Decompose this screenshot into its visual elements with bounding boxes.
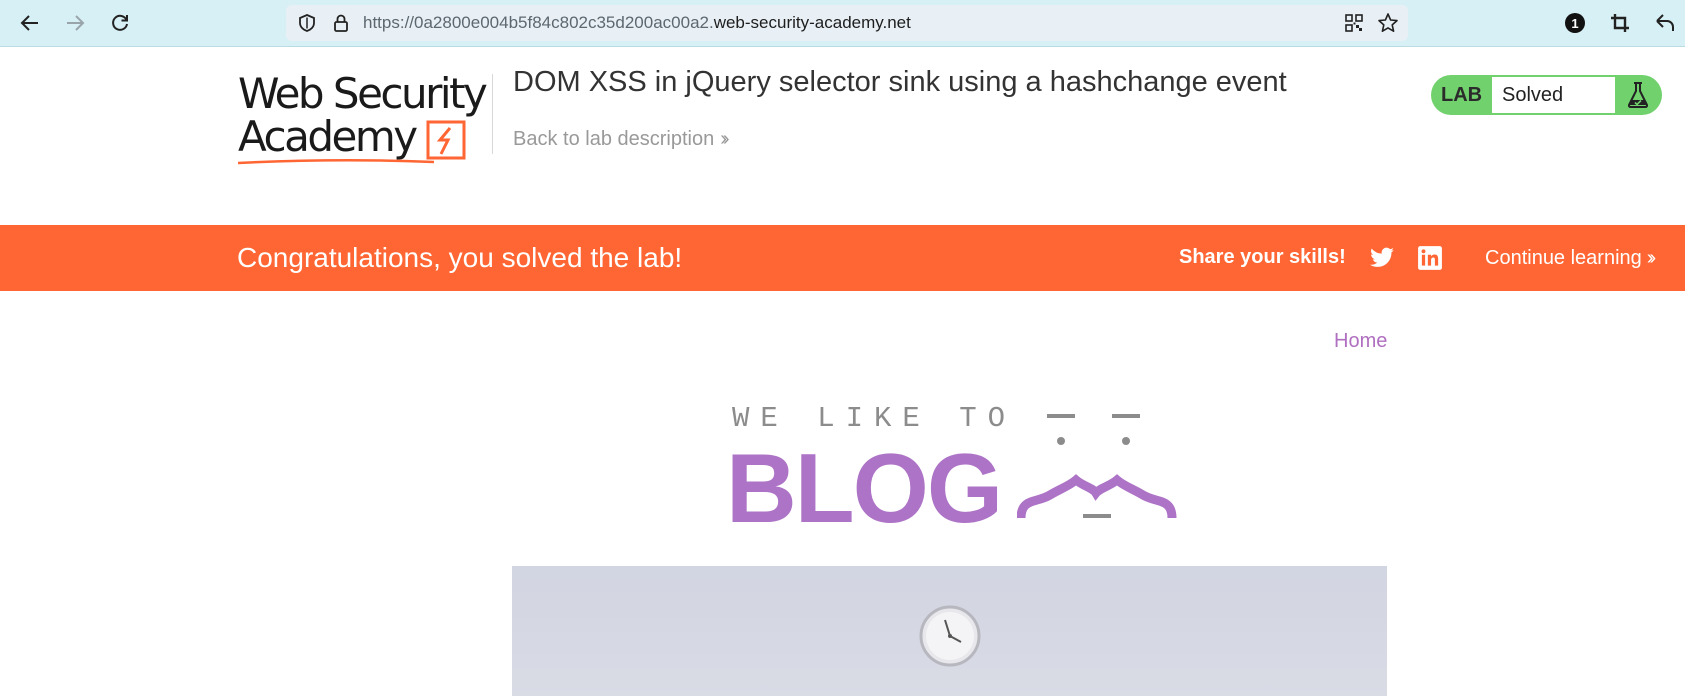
url-text[interactable]: https://0a2800e004b5f84c802c35d200ac00a2… [363,5,911,41]
reload-icon [112,14,128,31]
lab-badge-label: LAB [1441,84,1483,106]
continue-learning-label: Continue learning [1485,247,1642,269]
header-divider [492,74,493,154]
logo-bolt-icon [426,120,466,160]
forward-button[interactable] [60,8,90,38]
extension-notification-button[interactable]: 1 [1560,8,1590,38]
tracking-protection-shield-icon[interactable] [296,12,318,34]
url-prefix: https://0a2800e004b5f84c802c35d200ac00a2… [363,13,714,32]
blog-hero-image [512,566,1387,696]
back-link-label: Back to lab description [513,128,715,150]
bookmark-star-icon[interactable] [1377,12,1399,34]
wall-clock-icon [919,605,981,667]
crop-icon [1611,14,1629,32]
continue-learning-link[interactable]: Continue learning ›› [1485,225,1657,291]
logo-line-1: Web Security [238,69,488,118]
double-chevron-right-icon: ›› [1646,247,1657,269]
web-security-academy-logo[interactable]: Web Security Academy [238,70,488,166]
crop-tool-button[interactable] [1605,8,1635,38]
url-domain: web-security-academy.net [713,13,911,32]
qr-code-icon[interactable] [1343,12,1365,34]
lab-status-badge: LAB Solved [1431,75,1662,115]
share-skills-label: Share your skills! [1179,246,1346,268]
twitter-icon[interactable] [1369,245,1395,271]
browser-toolbar: https://0a2800e004b5f84c802c35d200ac00a2… [0,0,1685,47]
lab-badge-status: Solved [1492,77,1615,113]
undo-button[interactable] [1650,8,1680,38]
home-nav-link[interactable]: Home [1334,329,1387,353]
back-to-lab-description-link[interactable]: Back to lab description ›› [513,126,730,152]
reload-button[interactable] [105,8,135,38]
back-button[interactable] [15,8,45,38]
notification-count: 1 [1571,15,1579,31]
double-chevron-right-icon: ›› [720,128,730,150]
linkedin-icon[interactable] [1417,245,1443,271]
blog-tagline: WE LIKE TO [732,402,1017,435]
forward-arrow-icon [67,15,85,31]
address-bar[interactable]: https://0a2800e004b5f84c802c35d200ac00a2… [286,5,1408,41]
back-arrow-icon [20,15,38,31]
lab-title: DOM XSS in jQuery selector sink using a … [513,66,1287,98]
undo-arrow-icon [1656,14,1674,31]
blog-logo: WE LIKE TO BLOG [726,400,1177,538]
blog-title: BLOG [726,433,1003,543]
congratulations-message: Congratulations, you solved the lab! [237,242,683,273]
logo-line-2: Academy [238,112,418,161]
curly-brace-face-icon [1017,414,1177,519]
lock-icon[interactable] [330,12,352,34]
logo-underline-icon [238,158,435,165]
congratulations-banner: Congratulations, you solved the lab! Sha… [0,225,1685,291]
flask-icon [1627,82,1649,108]
